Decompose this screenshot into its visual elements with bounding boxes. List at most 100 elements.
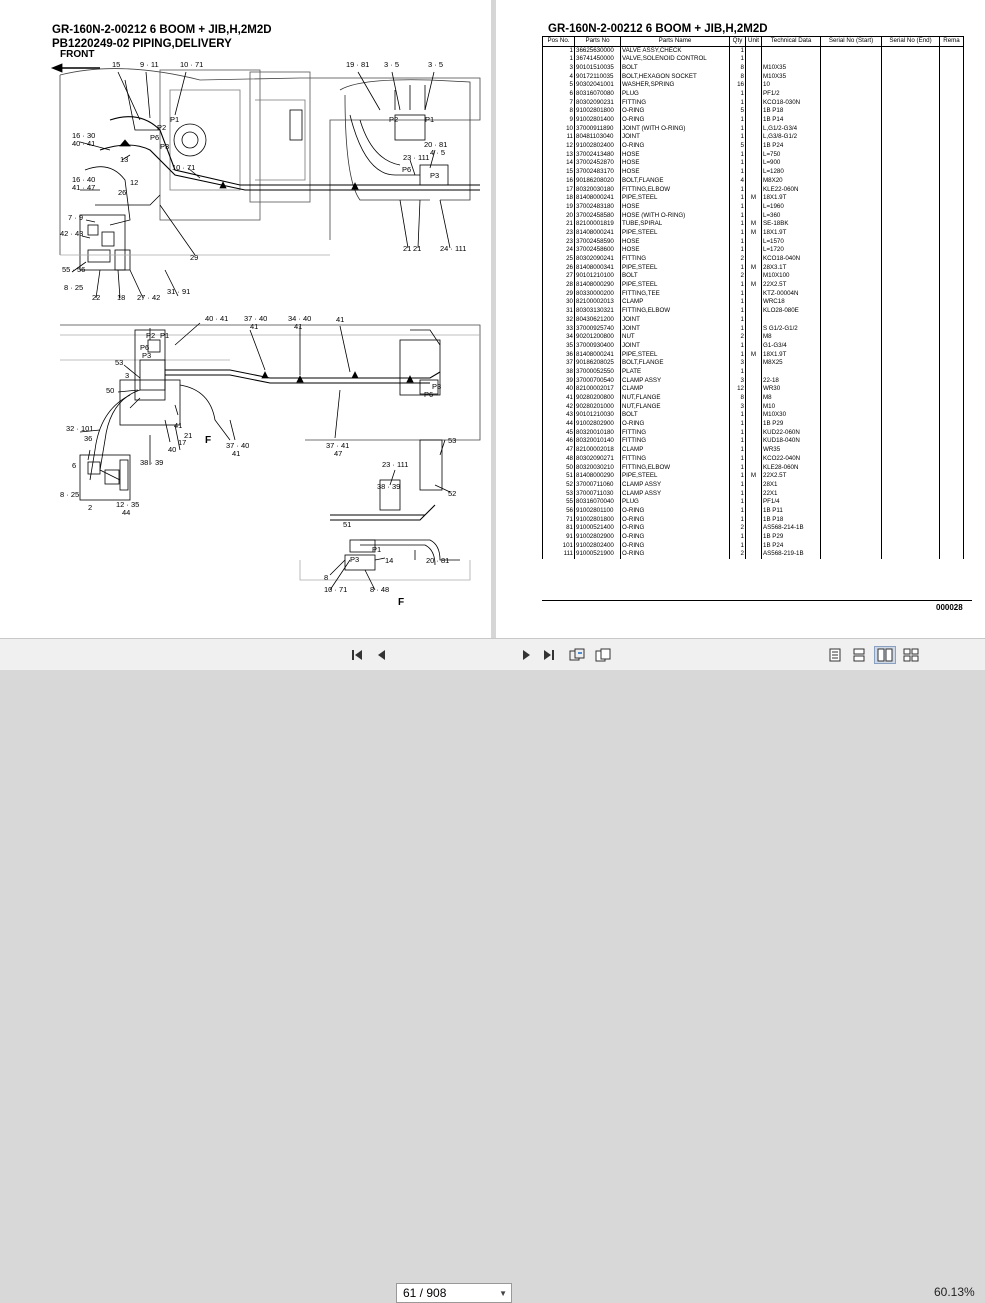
table-cell bbox=[881, 281, 940, 290]
table-cell: 8 bbox=[542, 107, 575, 116]
svg-text:P2: P2 bbox=[389, 115, 398, 124]
table-cell: O-RING bbox=[620, 524, 730, 533]
svg-text:9 · 11: 9 · 11 bbox=[140, 60, 159, 69]
svg-text:P1: P1 bbox=[170, 115, 179, 124]
table-cell bbox=[881, 454, 940, 464]
table-cell: 28X3.1T bbox=[761, 263, 821, 273]
table-row: 19 37002483180 HOSE 1 L=1960 bbox=[542, 202, 964, 212]
table-cell bbox=[939, 402, 964, 412]
table-cell: BOLT bbox=[620, 272, 730, 282]
table-cell bbox=[820, 307, 882, 316]
table-cell: 71 bbox=[542, 515, 575, 525]
table-row: 71 91002801800 O-RING 1 1B P18 bbox=[542, 515, 964, 525]
table-row: 21 82100001819 TUBE,SPIRAL 1 M SE-18BK bbox=[542, 220, 964, 229]
table-cell: KCO22-040N bbox=[761, 454, 821, 464]
table-cell: 80481103040 bbox=[574, 133, 621, 143]
two-page-view-icon[interactable] bbox=[874, 646, 896, 664]
table-cell bbox=[939, 89, 964, 99]
table-cell: G1-G3/4 bbox=[761, 341, 821, 351]
table-cell bbox=[820, 194, 882, 203]
table-cell: 1 bbox=[729, 446, 746, 455]
continuous-view-icon[interactable] bbox=[850, 646, 868, 664]
prev-page-icon[interactable] bbox=[374, 646, 388, 664]
table-cell: 37002483170 bbox=[574, 168, 621, 177]
table-cell: 16 bbox=[542, 176, 575, 186]
piping-diagram: FRONT 15 9 · 11 10 · 71 19 · 81 3 · 53 · 5 … bbox=[50, 49, 481, 608]
svg-text:36: 36 bbox=[84, 434, 92, 443]
table-cell bbox=[745, 133, 762, 143]
table-cell: 18X1.9T bbox=[761, 228, 821, 238]
table-cell bbox=[881, 385, 940, 394]
svg-text:14: 14 bbox=[385, 556, 393, 565]
table-cell bbox=[745, 307, 762, 316]
next-page-icon[interactable] bbox=[520, 646, 534, 664]
table-row: 24 37002458600 HOSE 1 L=1720 bbox=[542, 246, 964, 255]
table-cell bbox=[820, 72, 882, 82]
table-cell: 31 bbox=[542, 307, 575, 316]
two-page-continuous-icon[interactable] bbox=[902, 646, 920, 664]
table-cell: O-RING bbox=[620, 142, 730, 151]
table-cell bbox=[881, 341, 940, 351]
table-cell bbox=[745, 246, 762, 255]
table-cell: 37002452870 bbox=[574, 159, 621, 169]
rotate-view-icon[interactable] bbox=[568, 646, 586, 664]
svg-text:21: 21 bbox=[184, 431, 192, 440]
table-cell: 24 bbox=[542, 246, 575, 255]
table-cell bbox=[745, 420, 762, 429]
table-cell: 48 bbox=[542, 454, 575, 464]
table-cell bbox=[939, 463, 964, 473]
table-cell bbox=[881, 185, 940, 195]
table-cell: 2 bbox=[729, 272, 746, 282]
first-page-icon[interactable] bbox=[350, 646, 364, 664]
table-row: 27 90101210100 BOLT 2 M10X100 bbox=[542, 272, 964, 282]
svg-text:8 · 48: 8 · 48 bbox=[370, 585, 389, 594]
svg-text:21: 21 bbox=[403, 244, 411, 253]
table-row: 16 90186208020 BOLT,FLANGE 4 M8X20 bbox=[542, 176, 964, 186]
table-cell: HOSE (WITH O-RING) bbox=[620, 211, 730, 221]
single-page-view-icon[interactable] bbox=[826, 646, 844, 664]
table-cell: BOLT,FLANGE bbox=[620, 176, 730, 186]
svg-text:P1: P1 bbox=[425, 115, 434, 124]
svg-text:26: 26 bbox=[118, 188, 126, 197]
table-cell bbox=[745, 168, 762, 177]
table-cell: 37 bbox=[542, 359, 575, 368]
parts-table-header: Pos No. Parts No Parts Name Qty Unit Tec… bbox=[542, 36, 964, 47]
table-cell bbox=[939, 116, 964, 125]
table-cell: 1B P24 bbox=[761, 541, 821, 551]
table-cell bbox=[881, 81, 940, 90]
table-cell bbox=[745, 211, 762, 221]
table-cell bbox=[820, 541, 882, 551]
page-number-select[interactable]: 61 / 908 ▼ bbox=[396, 1283, 512, 1303]
table-row: 91 91002802900 O-RING 1 1B P29 bbox=[542, 533, 964, 542]
table-cell: 1 bbox=[729, 428, 746, 438]
table-cell bbox=[881, 116, 940, 125]
table-cell: 13 bbox=[542, 150, 575, 160]
table-cell bbox=[881, 446, 940, 455]
table-cell: 40 bbox=[542, 385, 575, 394]
svg-text:32 · 101: 32 · 101 bbox=[66, 424, 94, 433]
copy-page-icon[interactable] bbox=[594, 646, 612, 664]
table-cell bbox=[820, 46, 882, 56]
last-page-icon[interactable] bbox=[542, 646, 556, 664]
table-cell bbox=[939, 237, 964, 247]
table-cell bbox=[820, 420, 882, 429]
table-cell: 37002458590 bbox=[574, 237, 621, 247]
svg-text:31 · 91: 31 · 91 bbox=[167, 287, 190, 296]
table-cell: L=1720 bbox=[761, 246, 821, 255]
table-cell: 55 bbox=[542, 498, 575, 507]
table-cell bbox=[820, 124, 882, 134]
table-cell: L=1570 bbox=[761, 237, 821, 247]
zoom-level[interactable]: 60.13% bbox=[934, 1285, 975, 1299]
table-cell: CLAMP bbox=[620, 298, 730, 308]
table-cell: HOSE bbox=[620, 246, 730, 255]
table-cell bbox=[820, 237, 882, 247]
table-cell: 36625630000 bbox=[574, 46, 621, 56]
table-cell: 90101510035 bbox=[574, 63, 621, 73]
table-cell bbox=[745, 411, 762, 421]
document-viewer[interactable]: GR-160N-2-00212 6 BOOM + JIB,H,2M2D PB12… bbox=[0, 0, 985, 638]
table-cell bbox=[939, 506, 964, 516]
table-cell bbox=[820, 63, 882, 73]
svg-text:41: 41 bbox=[294, 322, 302, 331]
table-cell bbox=[939, 168, 964, 177]
svg-text:P3: P3 bbox=[160, 142, 169, 151]
